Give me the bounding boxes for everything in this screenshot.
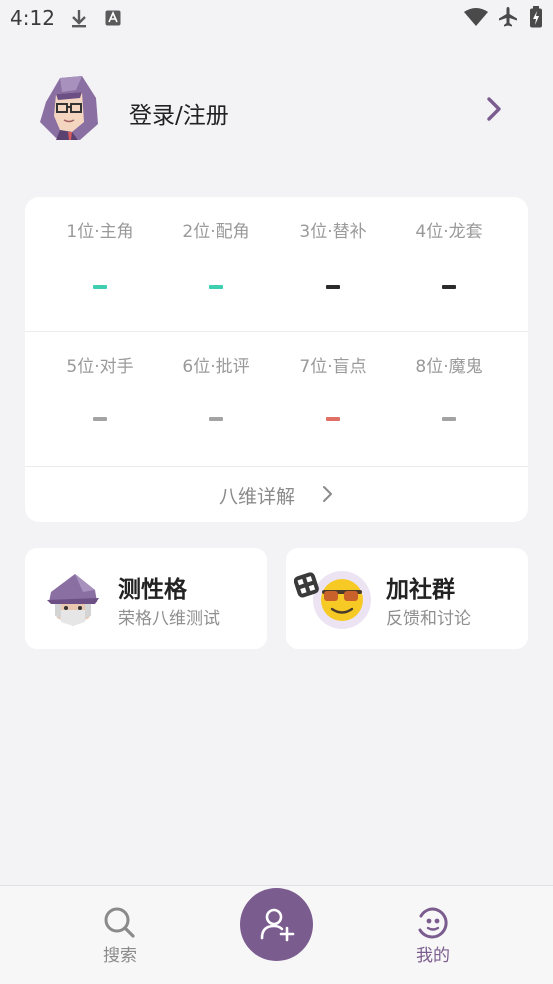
- rank-label: 1位·主角: [66, 222, 134, 242]
- rank-value-dash: [93, 417, 107, 421]
- rank-cell-3: 3位·替补: [275, 197, 391, 332]
- detail-link-row[interactable]: 八维详解: [25, 467, 528, 522]
- rank-cell-5: 5位·对手: [42, 332, 158, 467]
- smiley-face-icon: [418, 907, 448, 939]
- rank-label: 5位·对手: [66, 357, 134, 377]
- feature-subtitle: 反馈和讨论: [386, 609, 471, 629]
- chevron-right-icon[interactable]: [322, 485, 334, 503]
- detail-link-label[interactable]: 八维详解: [219, 482, 295, 509]
- rank-label: 3位·替补: [299, 222, 367, 242]
- sunglasses-emoji-icon: [294, 571, 371, 629]
- rank-value-dash: [442, 285, 456, 289]
- keyboard-a-icon: [105, 10, 121, 26]
- rank-cell-2: 2位·配角: [158, 197, 274, 332]
- rank-label: 7位·盲点: [299, 357, 367, 377]
- rank-cell-8: 8位·魔鬼: [391, 332, 507, 467]
- rank-value-dash: [209, 417, 223, 421]
- login-register-label[interactable]: 登录/注册: [129, 96, 229, 130]
- rank-value-dash: [442, 417, 456, 421]
- search-icon: [104, 907, 135, 938]
- user-avatar-icon: [40, 76, 98, 140]
- nav-label-mine[interactable]: 我的: [393, 941, 473, 966]
- chevron-right-icon[interactable]: [486, 96, 502, 122]
- airplane-mode-icon: [499, 7, 517, 27]
- rank-label: 6位·批评: [182, 357, 250, 377]
- wizard-avatar-icon: [47, 574, 99, 626]
- add-person-icon: [260, 908, 295, 942]
- personality-test-card[interactable]: 测性格 荣格八维测试: [25, 548, 267, 649]
- feature-title: 测性格: [118, 577, 187, 603]
- nav-tab-search[interactable]: 搜索: [80, 886, 160, 984]
- rank-value-dash: [93, 285, 107, 289]
- join-community-card[interactable]: 加社群 反馈和讨论: [286, 548, 528, 649]
- nav-label-search[interactable]: 搜索: [80, 941, 160, 966]
- rank-value-dash: [326, 285, 340, 289]
- rank-value-dash: [326, 417, 340, 421]
- rank-cell-7: 7位·盲点: [275, 332, 391, 467]
- wifi-icon: [464, 8, 488, 26]
- add-person-fab[interactable]: [240, 888, 313, 961]
- function-ranks-card: 1位·主角 2位·配角 3位·替补 4位·龙套 5位·对手 6位·批评 7位·盲…: [25, 197, 528, 522]
- rank-value-dash: [209, 285, 223, 289]
- nav-tab-mine[interactable]: 我的: [393, 886, 473, 984]
- rank-label: 2位·配角: [182, 222, 250, 242]
- rank-cell-6: 6位·批评: [158, 332, 274, 467]
- profile-login-row[interactable]: 登录/注册: [0, 72, 553, 148]
- status-bar: 4:12: [0, 0, 553, 38]
- feature-subtitle: 荣格八维测试: [118, 609, 220, 629]
- rank-label: 4位·龙套: [415, 222, 483, 242]
- rank-label: 8位·魔鬼: [415, 357, 483, 377]
- feature-title: 加社群: [386, 577, 455, 603]
- download-icon: [72, 10, 86, 28]
- rank-row-2: 5位·对手 6位·批评 7位·盲点 8位·魔鬼: [25, 332, 528, 467]
- rank-cell-4: 4位·龙套: [391, 197, 507, 332]
- rank-row-1: 1位·主角 2位·配角 3位·替补 4位·龙套: [25, 197, 528, 332]
- status-time: 4:12: [10, 6, 55, 30]
- rank-cell-1: 1位·主角: [42, 197, 158, 332]
- battery-charging-icon: [530, 6, 542, 28]
